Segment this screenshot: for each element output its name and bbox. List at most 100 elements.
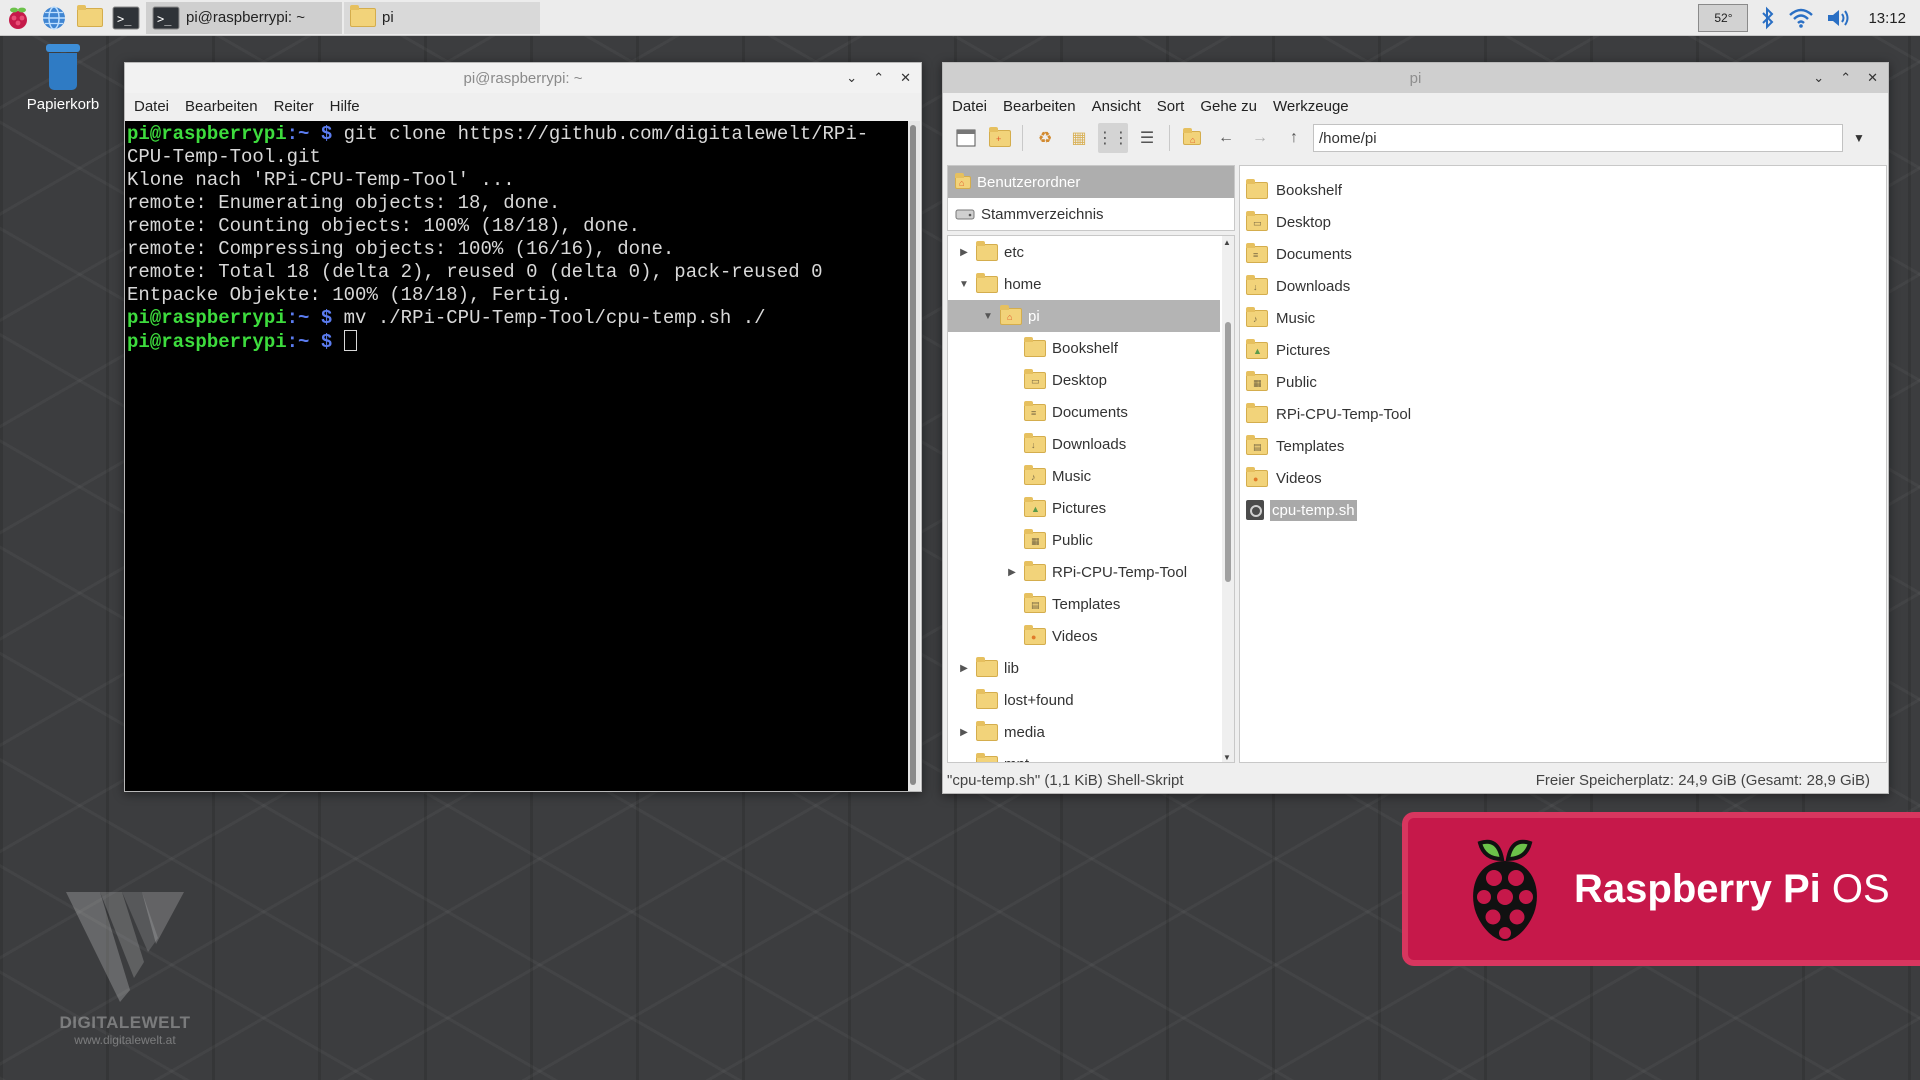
minimize-icon[interactable]: ⌄ — [846, 70, 857, 86]
tree-item[interactable]: ▼ ⌂ pi — [948, 300, 1220, 332]
detail-view-button[interactable]: ☰ — [1132, 123, 1162, 153]
terminal-launcher[interactable]: >_ — [108, 0, 144, 36]
tree-item[interactable]: ● Videos — [948, 620, 1234, 652]
up-button[interactable]: ↑ — [1279, 123, 1309, 153]
file-item[interactable]: ▤ Templates — [1240, 430, 1886, 462]
file-item-label: Templates — [1276, 437, 1345, 455]
file-item[interactable]: ▭ Desktop — [1240, 206, 1886, 238]
bluetooth-icon[interactable] — [1760, 6, 1776, 30]
terminal-scrollbar[interactable] — [908, 121, 920, 791]
tree-item-label: lost+found — [1004, 691, 1074, 709]
file-item[interactable]: ↓ Downloads — [1240, 270, 1886, 302]
desktop-trash[interactable]: Papierkorb — [16, 44, 110, 113]
terminal-titlebar[interactable]: pi@raspberrypi: ~ ⌄ ⌃ ✕ — [125, 63, 921, 93]
arrow-right-icon: → — [1252, 129, 1268, 146]
tree-item[interactable]: ♪ Music — [948, 460, 1234, 492]
maximize-icon[interactable]: ⌃ — [1840, 70, 1851, 86]
file-item-label: Documents — [1276, 245, 1352, 263]
new-folder-button[interactable]: + — [985, 123, 1015, 153]
tree-item[interactable]: ≡ Documents — [948, 396, 1234, 428]
place-root[interactable]: Stammverzeichnis — [948, 198, 1234, 230]
back-button[interactable]: ← — [1211, 123, 1241, 153]
tree-item[interactable]: ▲ Pictures — [948, 492, 1234, 524]
tree-item[interactable]: ▶ media — [948, 716, 1234, 748]
taskbar-task-filemanager[interactable]: pi — [344, 1, 540, 34]
volume-icon[interactable] — [1826, 7, 1852, 29]
file-item[interactable]: cpu-temp.sh — [1240, 494, 1886, 526]
new-window-button[interactable] — [951, 123, 981, 153]
tree-scrollbar[interactable]: ▲ ▼ — [1222, 236, 1234, 762]
tree-item[interactable]: mnt — [948, 748, 1234, 763]
expand-down-icon[interactable]: ▼ — [958, 279, 970, 290]
tree-item[interactable]: ▭ Desktop — [948, 364, 1234, 396]
expand-right-icon[interactable]: ▶ — [958, 247, 970, 258]
expand-right-icon[interactable]: ▶ — [958, 727, 970, 738]
close-icon[interactable]: ✕ — [900, 70, 911, 86]
file-item[interactable]: ≡ Documents — [1240, 238, 1886, 270]
compact-view-button[interactable]: ⋮⋮ — [1097, 123, 1129, 153]
folder-icon — [1246, 178, 1268, 199]
icon-view-button[interactable]: ♻ — [1030, 123, 1060, 153]
thumbnail-view-icon: ▦ — [1071, 130, 1087, 147]
taskbar-task-terminal[interactable]: >_ pi@raspberrypi: ~ — [146, 1, 342, 34]
prompt-path: :~ $ — [286, 123, 333, 145]
menu-reiter[interactable]: Reiter — [274, 98, 314, 115]
web-browser-launcher[interactable] — [36, 0, 72, 36]
thumbnail-view-button[interactable]: ▦ — [1064, 123, 1094, 153]
scroll-up-icon[interactable]: ▲ — [1223, 238, 1231, 247]
command-text — [332, 331, 343, 353]
prompt-user: pi@raspberrypi — [127, 331, 287, 353]
forward-button[interactable]: → — [1245, 123, 1275, 153]
menu-hilfe[interactable]: Hilfe — [330, 98, 360, 115]
tree-item[interactable]: lost+found — [948, 684, 1234, 716]
expand-right-icon[interactable]: ▶ — [1006, 567, 1018, 578]
prompt-user: pi@raspberrypi — [127, 123, 287, 145]
file-item[interactable]: Bookshelf — [1240, 174, 1886, 206]
tree-item[interactable]: ↓ Downloads — [948, 428, 1234, 460]
terminal-line: pi@raspberrypi:~ $ mv ./RPi-CPU-Temp-Too… — [127, 307, 907, 330]
tree-item-label: mnt — [1004, 756, 1029, 763]
menu-ansicht[interactable]: Ansicht — [1092, 98, 1141, 115]
folder-icon — [976, 752, 998, 762]
tree-item[interactable]: ▶ lib — [948, 652, 1234, 684]
file-item[interactable]: ▦ Public — [1240, 366, 1886, 398]
place-label: Stammverzeichnis — [981, 205, 1104, 223]
menu-sort[interactable]: Sort — [1157, 98, 1185, 115]
menu-datei[interactable]: Datei — [134, 98, 169, 115]
home-button[interactable]: ⌂ — [1177, 123, 1207, 153]
file-item[interactable]: ● Videos — [1240, 462, 1886, 494]
tree-item[interactable]: ▶ etc — [948, 236, 1234, 268]
file-item[interactable]: ▲ Pictures — [1240, 334, 1886, 366]
expand-right-icon[interactable]: ▶ — [958, 663, 970, 674]
menu-gehe-zu[interactable]: Gehe zu — [1200, 98, 1257, 115]
wifi-icon[interactable] — [1788, 7, 1814, 29]
path-input[interactable] — [1313, 124, 1843, 152]
file-manager-launcher[interactable] — [72, 0, 108, 36]
file-item[interactable]: RPi-CPU-Temp-Tool — [1240, 398, 1886, 430]
expand-down-icon[interactable]: ▼ — [982, 311, 994, 322]
tree-item[interactable]: Bookshelf — [948, 332, 1234, 364]
folder-icon: ● — [1024, 624, 1046, 645]
menu-bearbeiten[interactable]: Bearbeiten — [185, 98, 258, 115]
path-history-dropdown[interactable]: ▼ — [1847, 131, 1871, 145]
raspberry-menu-button[interactable] — [0, 0, 36, 36]
tree-item[interactable]: ▼ home — [948, 268, 1234, 300]
tree-item[interactable]: ▦ Public — [948, 524, 1234, 556]
minimize-icon[interactable]: ⌄ — [1813, 70, 1824, 86]
place-home[interactable]: ⌂ Benutzerordner — [948, 166, 1234, 198]
status-free-space: Freier Speicherplatz: 24,9 GiB (Gesamt: … — [1535, 771, 1870, 789]
menu-werkzeuge[interactable]: Werkzeuge — [1273, 98, 1349, 115]
terminal-output[interactable]: pi@raspberrypi:~ $ git clone https://git… — [125, 121, 909, 791]
tree-item[interactable]: ▤ Templates — [948, 588, 1234, 620]
file-item[interactable]: ♪ Music — [1240, 302, 1886, 334]
tree-item[interactable]: ▶ RPi-CPU-Temp-Tool — [948, 556, 1234, 588]
cpu-temp-badge[interactable]: 52° — [1698, 4, 1749, 32]
tree-item-label: RPi-CPU-Temp-Tool — [1052, 563, 1188, 581]
menu-bearbeiten[interactable]: Bearbeiten — [1003, 98, 1076, 115]
close-icon[interactable]: ✕ — [1867, 70, 1878, 86]
maximize-icon[interactable]: ⌃ — [873, 70, 884, 86]
menu-datei[interactable]: Datei — [952, 98, 987, 115]
scroll-down-icon[interactable]: ▼ — [1223, 753, 1231, 762]
clock[interactable]: 13:12 — [1868, 10, 1906, 27]
file-manager-titlebar[interactable]: pi ⌄ ⌃ ✕ — [943, 63, 1888, 93]
